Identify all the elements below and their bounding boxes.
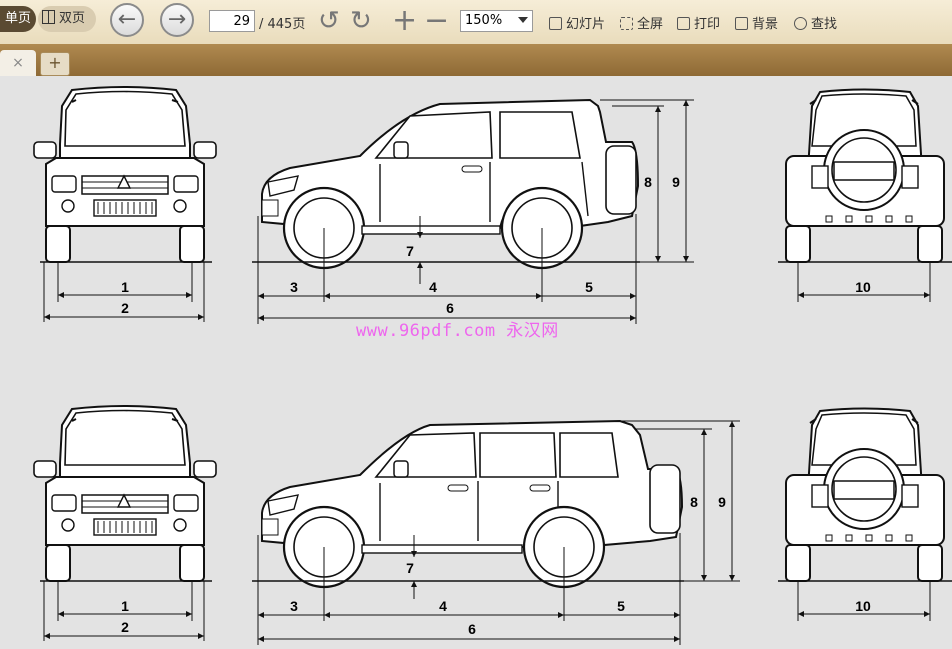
fullscreen-button[interactable]: 全屏 <box>620 13 663 32</box>
dim-label: 8 <box>690 494 698 510</box>
double-page-label: 双页 <box>59 11 86 26</box>
previous-page-button[interactable]: ← <box>110 3 144 37</box>
watermark: www.96pdf.com 永汉网 <box>356 321 559 341</box>
double-page-button[interactable]: 双页 <box>38 6 96 32</box>
rotate-right-icon[interactable]: ↻ <box>350 6 372 36</box>
dim-label: 1 <box>121 279 129 295</box>
printer-icon <box>677 17 690 30</box>
toolbar: 单页 双页 ← → / 445页 ↺ ↻ + − 150% 幻灯片 全屏 打印 … <box>0 0 952 45</box>
find-button[interactable]: 查找 <box>794 13 837 32</box>
top-diagram: 1 2 8 9 7 3 4 5 6 10 <box>33 86 952 324</box>
arrow-right-icon: → <box>167 7 187 32</box>
next-page-button[interactable]: → <box>160 3 194 37</box>
dim-label: 5 <box>585 279 593 295</box>
background-button[interactable]: 背景 <box>735 13 778 32</box>
dim-label: 2 <box>121 300 129 316</box>
print-label: 打印 <box>694 17 721 32</box>
background-label: 背景 <box>752 17 779 32</box>
new-tab-button[interactable]: + <box>40 52 70 76</box>
double-page-icon <box>42 10 55 24</box>
dim-label: 9 <box>672 174 680 190</box>
dim-label: 7 <box>406 560 414 576</box>
zoom-in-icon[interactable]: + <box>392 6 417 36</box>
page-total: / 445页 <box>259 17 306 32</box>
chevron-down-icon <box>518 17 528 23</box>
fullscreen-label: 全屏 <box>637 17 664 32</box>
document-tab[interactable]: × <box>0 50 36 76</box>
slideshow-icon <box>549 17 562 30</box>
find-label: 查找 <box>811 17 838 32</box>
dim-label: 1 <box>121 598 129 614</box>
plus-icon: + <box>48 53 62 72</box>
zoom-select[interactable]: 150% <box>460 10 533 32</box>
zoom-value: 150% <box>465 13 503 28</box>
close-icon[interactable]: × <box>12 55 24 71</box>
bottom-diagram: 1 2 8 9 7 3 4 5 6 10 <box>33 405 952 645</box>
dim-label: 6 <box>468 621 476 637</box>
dim-label: 4 <box>439 598 447 614</box>
fullscreen-icon <box>620 17 633 30</box>
dim-label: 10 <box>855 279 871 295</box>
dim-label: 3 <box>290 598 298 614</box>
search-icon <box>794 17 807 30</box>
dim-label: 9 <box>718 494 726 510</box>
rotate-left-icon[interactable]: ↺ <box>318 6 340 36</box>
slideshow-button[interactable]: 幻灯片 <box>549 13 605 32</box>
dim-label: 10 <box>855 598 871 614</box>
background-icon <box>735 17 748 30</box>
tab-bar <box>0 44 952 76</box>
slideshow-label: 幻灯片 <box>566 17 606 32</box>
dim-label: 2 <box>121 619 129 635</box>
page-number-input[interactable] <box>209 10 255 32</box>
print-button[interactable]: 打印 <box>677 13 720 32</box>
dim-label: 5 <box>617 598 625 614</box>
dim-label: 8 <box>644 174 652 190</box>
dim-label: 7 <box>406 243 414 259</box>
arrow-left-icon: ← <box>117 7 137 32</box>
single-page-button[interactable]: 单页 <box>0 6 36 32</box>
dim-label: 3 <box>290 279 298 295</box>
dim-label: 6 <box>446 300 454 316</box>
vehicle-dimension-diagram: 1 2 8 9 7 3 4 5 6 10 1 2 8 9 7 3 4 5 6 1… <box>33 86 952 645</box>
dim-label: 4 <box>429 279 437 295</box>
zoom-out-icon[interactable]: − <box>424 6 449 36</box>
